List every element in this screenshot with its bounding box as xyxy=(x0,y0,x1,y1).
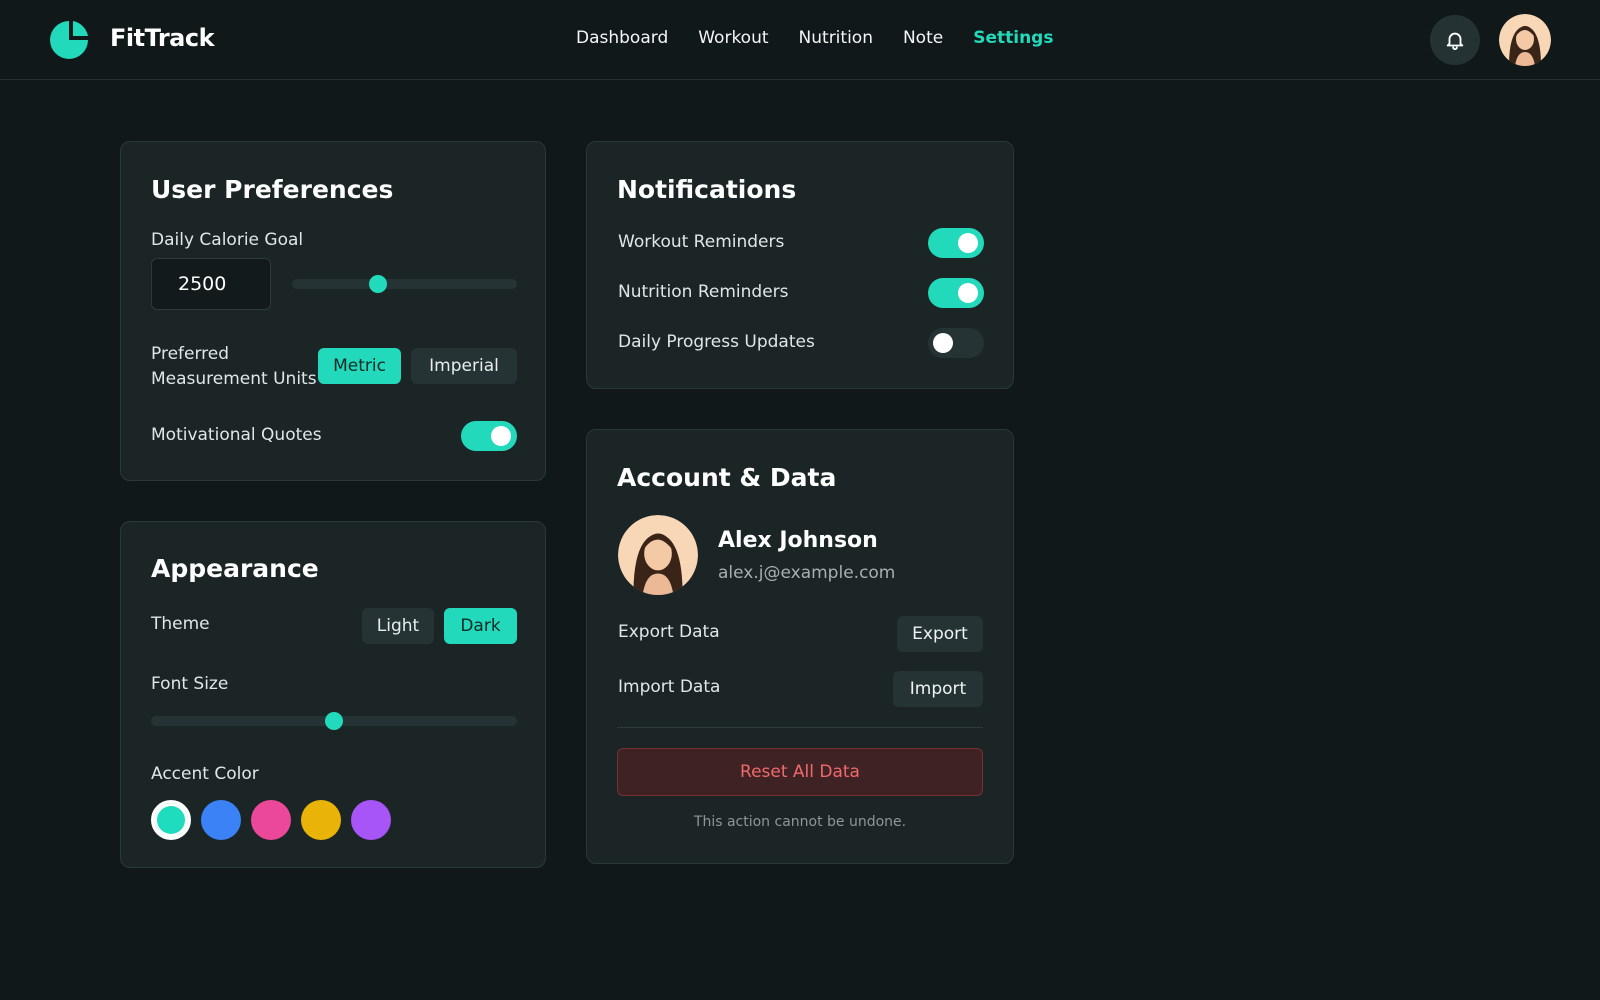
font-size-label: Font Size xyxy=(151,674,229,694)
slider-thumb[interactable] xyxy=(368,275,387,293)
reset-all-data-button[interactable]: Reset All Data xyxy=(617,748,983,796)
toggle-knob xyxy=(933,333,953,353)
accent-swatch-4[interactable] xyxy=(301,800,341,840)
slider-thumb[interactable] xyxy=(325,712,343,730)
brand-name[interactable]: FitTrack xyxy=(110,24,215,52)
avatar-portrait xyxy=(1499,14,1551,66)
card-title: Appearance xyxy=(151,554,319,583)
theme-light-button[interactable]: Light xyxy=(362,608,434,644)
nav-workout[interactable]: Workout xyxy=(698,28,768,48)
accent-color-label: Accent Color xyxy=(151,764,259,784)
theme-label: Theme xyxy=(151,614,210,634)
quotes-toggle[interactable] xyxy=(461,421,517,451)
reset-warning-text: This action cannot be undone. xyxy=(693,814,907,830)
user-preferences-card: User Preferences Daily Calorie Goal Pref… xyxy=(120,141,546,481)
nutrition-reminders-label: Nutrition Reminders xyxy=(618,282,789,302)
units-metric-button[interactable]: Metric xyxy=(318,348,401,384)
calorie-goal-slider[interactable] xyxy=(292,275,517,293)
accent-swatch-2[interactable] xyxy=(201,800,241,840)
card-title: User Preferences xyxy=(151,175,394,204)
font-size-slider[interactable] xyxy=(151,712,517,730)
card-title: Notifications xyxy=(617,175,797,204)
workout-reminders-label: Workout Reminders xyxy=(618,232,785,252)
profile-name: Alex Johnson xyxy=(718,528,878,553)
bell-icon xyxy=(1446,32,1464,51)
toggle-knob xyxy=(491,426,511,446)
notifications-card: Notifications Workout Reminders Nutritio… xyxy=(586,141,1014,389)
nav-note[interactable]: Note xyxy=(903,28,943,48)
nav-nutrition[interactable]: Nutrition xyxy=(799,28,873,48)
avatar-portrait xyxy=(618,515,698,595)
main-nav: Dashboard Workout Nutrition Note Setting… xyxy=(576,28,1053,48)
units-label: Preferred Measurement Units xyxy=(151,342,317,392)
workout-reminders-toggle[interactable] xyxy=(928,228,984,258)
user-avatar[interactable] xyxy=(1499,14,1551,66)
card-title: Account & Data xyxy=(617,463,837,492)
accent-swatch-1[interactable] xyxy=(151,800,191,840)
units-imperial-button[interactable]: Imperial xyxy=(411,348,517,384)
theme-dark-button[interactable]: Dark xyxy=(444,608,517,644)
toggle-knob xyxy=(958,233,978,253)
toggle-knob xyxy=(958,283,978,303)
calorie-goal-input[interactable] xyxy=(151,258,271,310)
accent-swatch-5[interactable] xyxy=(351,800,391,840)
progress-updates-label: Daily Progress Updates xyxy=(618,332,815,352)
progress-updates-toggle[interactable] xyxy=(928,328,984,358)
accent-swatch-3[interactable] xyxy=(251,800,291,840)
divider xyxy=(617,727,983,728)
top-header: FitTrack Dashboard Workout Nutrition Not… xyxy=(0,0,1600,80)
quotes-label: Motivational Quotes xyxy=(151,425,322,445)
account-data-card: Account & Data Alex Johnson alex.j@examp… xyxy=(586,429,1014,864)
units-label-line2: Measurement Units xyxy=(151,369,317,389)
nav-dashboard[interactable]: Dashboard xyxy=(576,28,668,48)
calorie-goal-label: Daily Calorie Goal xyxy=(151,230,304,250)
profile-avatar xyxy=(618,515,698,595)
import-button[interactable]: Import xyxy=(893,671,983,707)
fittrack-logo-icon[interactable] xyxy=(50,21,88,59)
import-data-label: Import Data xyxy=(618,677,721,697)
profile-email: alex.j@example.com xyxy=(718,563,896,583)
appearance-card: Appearance Theme Light Dark Font Size Ac… xyxy=(120,521,546,868)
nav-settings[interactable]: Settings xyxy=(973,28,1053,48)
export-button[interactable]: Export xyxy=(897,616,983,652)
notifications-button[interactable] xyxy=(1430,15,1480,65)
units-label-line1: Preferred xyxy=(151,344,230,364)
nutrition-reminders-toggle[interactable] xyxy=(928,278,984,308)
export-data-label: Export Data xyxy=(618,622,720,642)
